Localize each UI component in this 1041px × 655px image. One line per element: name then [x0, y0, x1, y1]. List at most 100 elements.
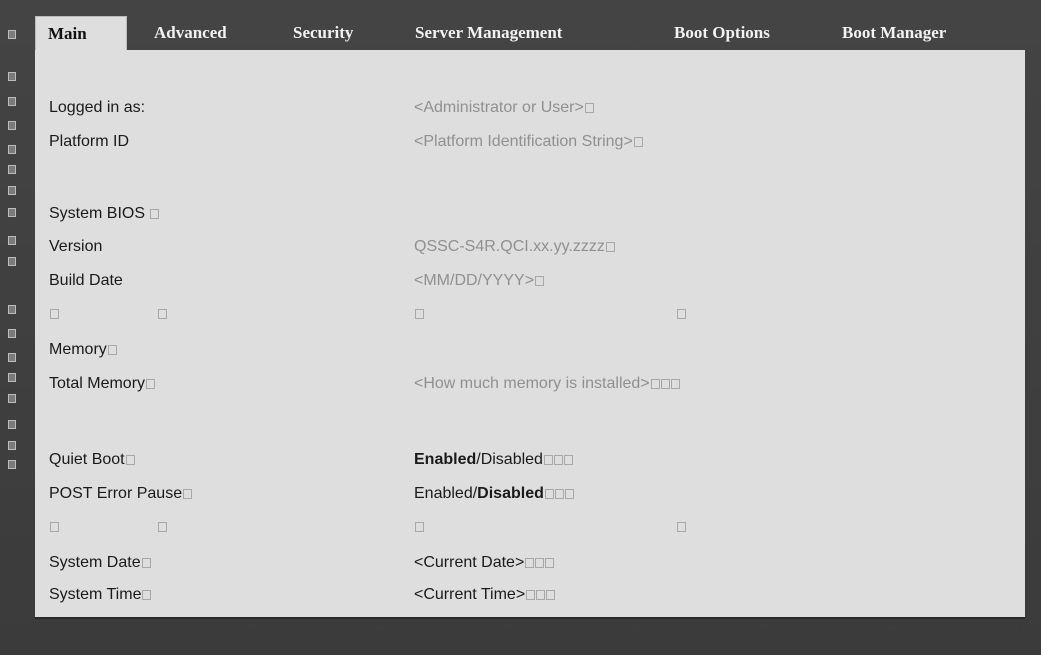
marker-glyph	[125, 455, 135, 465]
quiet-boot-value[interactable]: Enabled/Disabled	[414, 448, 573, 472]
post-error-pause-row[interactable]: POST Error Pause Enabled/Disabled	[35, 482, 1025, 506]
marker-glyph	[415, 309, 424, 319]
marker-glyph	[526, 590, 536, 600]
marker-glyph	[8, 373, 16, 382]
memory-label: Memory	[49, 341, 107, 358]
bios-window: Main Advanced Security Server Management…	[0, 0, 1041, 655]
marker-glyph	[183, 489, 193, 499]
logged-in-value: <Administrator or User>	[414, 96, 594, 120]
marker-glyph	[8, 329, 16, 338]
marker-glyph	[8, 460, 16, 469]
system-date-value[interactable]: <Current Date>	[414, 551, 555, 575]
marker-glyph	[8, 441, 16, 450]
separator-row	[35, 515, 1025, 539]
marker-glyph	[554, 489, 564, 499]
tab-boot-options[interactable]: Boot Options	[674, 16, 770, 50]
marker-glyph	[536, 590, 546, 600]
marker-glyph	[146, 379, 156, 389]
build-date-label: Build Date	[49, 272, 123, 289]
system-time-row[interactable]: System Time <Current Time>	[35, 583, 1025, 607]
platform-id-row: Platform ID <Platform Identification Str…	[35, 130, 1025, 154]
marker-glyph	[141, 558, 151, 568]
marker-glyph	[525, 558, 535, 568]
marker-glyph	[660, 379, 670, 389]
memory-row: Memory	[35, 338, 1025, 362]
system-date-value-text: <Current Date>	[414, 554, 525, 571]
marker-glyph	[546, 590, 556, 600]
quiet-boot-option-enabled: Enabled	[414, 451, 477, 468]
logged-in-row: Logged in as: <Administrator or User>	[35, 96, 1025, 120]
marker-glyph	[142, 590, 152, 600]
post-error-pause-option-disabled: Disabled	[477, 485, 544, 502]
post-error-pause-label-wrap: POST Error Pause	[49, 482, 193, 506]
total-memory-label: Total Memory	[49, 375, 146, 392]
marker-glyph	[8, 305, 16, 314]
marker-glyph	[107, 345, 117, 355]
logged-in-value-text: <Administrator or User>	[414, 99, 584, 116]
build-date-value: <MM/DD/YYYY>	[414, 269, 545, 293]
quiet-boot-label-wrap: Quiet Boot	[49, 448, 135, 472]
tab-server-management[interactable]: Server Management	[415, 16, 562, 50]
version-row: Version QSSC-S4R.QCI.xx.yy.zzzz	[35, 235, 1025, 259]
marker-glyph	[545, 558, 555, 568]
version-label: Version	[49, 238, 103, 255]
build-date-value-text: <MM/DD/YYYY>	[414, 272, 535, 289]
tab-security[interactable]: Security	[293, 16, 353, 50]
marker-glyph	[650, 379, 660, 389]
system-time-label: System Time	[49, 586, 142, 603]
marker-glyph	[8, 394, 16, 403]
marker-glyph	[535, 558, 545, 568]
marker-glyph	[543, 455, 553, 465]
marker-glyph	[564, 489, 574, 499]
platform-id-label: Platform ID	[49, 133, 130, 150]
marker-glyph	[8, 257, 16, 266]
marker-glyph	[8, 97, 16, 106]
total-memory-row: Total Memory <How much memory is install…	[35, 372, 1025, 396]
memory-heading: Memory	[49, 338, 117, 362]
marker-glyph	[8, 72, 16, 81]
version-value-text: QSSC-S4R.QCI.xx.yy.zzzz	[414, 238, 605, 255]
system-time-label-wrap: System Time	[49, 583, 152, 607]
marker-glyph	[415, 522, 424, 532]
marker-glyph	[8, 165, 16, 174]
system-time-value-text: <Current Time>	[414, 586, 526, 603]
quiet-boot-option-disabled: Disabled	[480, 451, 543, 468]
marker-glyph	[158, 309, 167, 319]
marker-glyph	[633, 137, 643, 147]
marker-glyph	[8, 208, 16, 217]
marker-glyph	[563, 455, 573, 465]
system-time-value[interactable]: <Current Time>	[414, 583, 556, 607]
post-error-pause-option-enabled: Enabled	[414, 485, 473, 502]
quiet-boot-row[interactable]: Quiet Boot Enabled/Disabled	[35, 448, 1025, 472]
marker-glyph	[8, 420, 16, 429]
tab-boot-manager[interactable]: Boot Manager	[842, 16, 946, 50]
system-bios-label: System BIOS	[49, 205, 146, 222]
platform-id-value: <Platform Identification String>	[414, 130, 643, 154]
system-date-row[interactable]: System Date <Current Date>	[35, 551, 1025, 575]
separator-row	[35, 302, 1025, 326]
marker-glyph	[544, 489, 554, 499]
marker-glyph	[677, 522, 686, 532]
version-value: QSSC-S4R.QCI.xx.yy.zzzz	[414, 235, 615, 259]
logged-in-label: Logged in as:	[49, 99, 146, 116]
marker-glyph	[150, 209, 160, 219]
build-date-row: Build Date <MM/DD/YYYY>	[35, 269, 1025, 293]
marker-glyph	[8, 145, 16, 154]
marker-glyph	[584, 103, 594, 113]
main-panel: Logged in as: <Administrator or User> Pl…	[35, 50, 1025, 619]
system-date-label-wrap: System Date	[49, 551, 151, 575]
marker-glyph	[8, 30, 16, 39]
post-error-pause-label: POST Error Pause	[49, 485, 183, 502]
system-date-label: System Date	[49, 554, 141, 571]
marker-glyph	[677, 309, 686, 319]
tab-bar: Main Advanced Security Server Management…	[35, 16, 1025, 50]
total-memory-label-wrap: Total Memory	[49, 372, 156, 396]
marker-glyph	[8, 186, 16, 195]
quiet-boot-label: Quiet Boot	[49, 451, 125, 468]
tab-main[interactable]: Main	[35, 16, 127, 50]
marker-glyph	[50, 309, 59, 319]
marker-glyph	[8, 121, 16, 130]
post-error-pause-value[interactable]: Enabled/Disabled	[414, 482, 574, 506]
marker-glyph	[553, 455, 563, 465]
tab-advanced[interactable]: Advanced	[154, 16, 227, 50]
